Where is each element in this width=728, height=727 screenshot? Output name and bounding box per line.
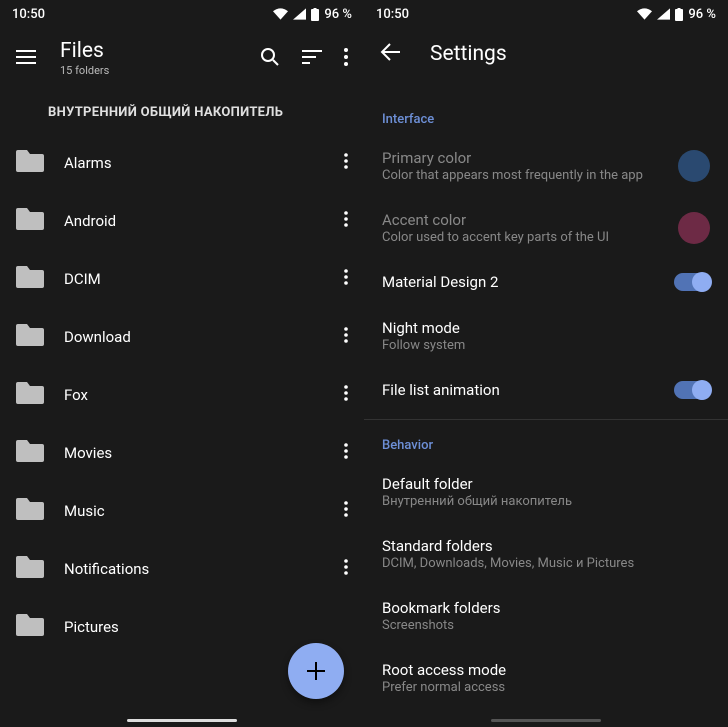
setting-title: Root access mode bbox=[382, 661, 710, 679]
setting-default-folder[interactable]: Default folder Внутренний общий накопите… bbox=[364, 461, 728, 523]
app-title: Files bbox=[60, 40, 236, 63]
folder-icon bbox=[16, 556, 44, 582]
folder-icon bbox=[16, 266, 44, 292]
nav-indicator bbox=[491, 719, 601, 722]
setting-subtitle: DCIM, Downloads, Movies, Music и Picture… bbox=[382, 556, 710, 571]
setting-file-list-animation[interactable]: File list animation bbox=[364, 367, 728, 413]
item-overflow-icon[interactable] bbox=[344, 385, 348, 405]
setting-root-access[interactable]: Root access mode Prefer normal access bbox=[364, 647, 728, 709]
setting-title: Primary color bbox=[382, 149, 662, 167]
app-bar-title-area: Files 15 folders bbox=[60, 40, 236, 77]
settings-app-bar: Settings bbox=[364, 28, 728, 80]
status-time: 10:50 bbox=[376, 7, 409, 22]
nav-indicator bbox=[127, 719, 237, 722]
primary-color-swatch bbox=[678, 150, 710, 182]
folder-item-dcim[interactable]: DCIM bbox=[0, 250, 364, 308]
overflow-menu-icon[interactable] bbox=[344, 48, 348, 70]
app-subtitle: 15 folders bbox=[60, 64, 236, 77]
divider bbox=[364, 419, 728, 420]
setting-subtitle: Prefer normal access bbox=[382, 680, 710, 695]
setting-subtitle: Screenshots bbox=[382, 618, 710, 633]
item-overflow-icon[interactable] bbox=[344, 559, 348, 579]
category-interface: Interface bbox=[364, 100, 728, 135]
material-design-switch[interactable] bbox=[674, 273, 710, 291]
folder-icon bbox=[16, 208, 44, 234]
setting-accent-color[interactable]: Accent color Color used to accent key pa… bbox=[364, 197, 728, 259]
back-icon[interactable] bbox=[380, 43, 402, 65]
settings-content: Interface Primary color Color that appea… bbox=[364, 80, 728, 709]
folder-icon bbox=[16, 614, 44, 640]
folder-item-notifications[interactable]: Notifications bbox=[0, 540, 364, 598]
folder-item-music[interactable]: Music bbox=[0, 482, 364, 540]
folder-list: Alarms Android DCIM Download Fox Movies bbox=[0, 134, 364, 656]
app-bar: Files 15 folders bbox=[0, 28, 364, 89]
folder-item-alarms[interactable]: Alarms bbox=[0, 134, 364, 192]
status-battery-percent: 96 % bbox=[324, 7, 352, 22]
category-behavior: Behavior bbox=[364, 426, 728, 461]
setting-subtitle: Color that appears most frequently in th… bbox=[382, 168, 662, 183]
add-fab[interactable] bbox=[288, 643, 344, 699]
setting-night-mode[interactable]: Night mode Follow system bbox=[364, 305, 728, 367]
sort-icon[interactable] bbox=[302, 49, 322, 68]
folder-name: Alarms bbox=[64, 154, 324, 172]
folder-icon bbox=[16, 440, 44, 466]
status-battery-percent: 96 % bbox=[688, 7, 716, 22]
setting-subtitle: Follow system bbox=[382, 338, 710, 353]
folder-name: DCIM bbox=[64, 270, 324, 288]
item-overflow-icon[interactable] bbox=[344, 269, 348, 289]
folder-name: Android bbox=[64, 212, 324, 230]
files-screen: 10:50 96 % Files 15 folders bbox=[0, 0, 364, 727]
storage-section-header: ВНУТРЕННИЙ ОБЩИЙ НАКОПИТЕЛЬ bbox=[0, 89, 364, 134]
signal-icon bbox=[293, 8, 306, 20]
folder-name: Download bbox=[64, 328, 324, 346]
item-overflow-icon[interactable] bbox=[344, 501, 348, 521]
item-overflow-icon[interactable] bbox=[344, 327, 348, 347]
item-overflow-icon[interactable] bbox=[344, 211, 348, 231]
menu-icon[interactable] bbox=[16, 49, 36, 68]
folder-name: Music bbox=[64, 502, 324, 520]
signal-icon bbox=[657, 8, 670, 20]
setting-title: Default folder bbox=[382, 475, 710, 493]
battery-icon bbox=[675, 8, 683, 21]
setting-title: File list animation bbox=[382, 381, 658, 399]
accent-color-swatch bbox=[678, 212, 710, 244]
search-icon[interactable] bbox=[260, 47, 280, 71]
setting-title: Night mode bbox=[382, 319, 710, 337]
folder-icon bbox=[16, 150, 44, 176]
setting-subtitle: Внутренний общий накопитель bbox=[382, 494, 710, 509]
setting-title: Accent color bbox=[382, 211, 662, 229]
settings-screen: 10:50 96 % Settings Interface Primary co… bbox=[364, 0, 728, 727]
setting-subtitle: Color used to accent key parts of the UI bbox=[382, 230, 662, 245]
setting-title: Standard folders bbox=[382, 537, 710, 555]
item-overflow-icon[interactable] bbox=[344, 153, 348, 173]
wifi-icon bbox=[637, 8, 652, 20]
animation-switch[interactable] bbox=[674, 381, 710, 399]
wifi-icon bbox=[273, 8, 288, 20]
folder-item-fox[interactable]: Fox bbox=[0, 366, 364, 424]
folder-item-android[interactable]: Android bbox=[0, 192, 364, 250]
folder-icon bbox=[16, 382, 44, 408]
folder-icon bbox=[16, 324, 44, 350]
folder-item-movies[interactable]: Movies bbox=[0, 424, 364, 482]
folder-name: Pictures bbox=[64, 618, 348, 636]
battery-icon bbox=[311, 8, 319, 21]
setting-material-design[interactable]: Material Design 2 bbox=[364, 259, 728, 305]
setting-bookmark-folders[interactable]: Bookmark folders Screenshots bbox=[364, 585, 728, 647]
setting-primary-color[interactable]: Primary color Color that appears most fr… bbox=[364, 135, 728, 197]
folder-name: Fox bbox=[64, 386, 324, 404]
folder-item-download[interactable]: Download bbox=[0, 308, 364, 366]
folder-icon bbox=[16, 498, 44, 524]
status-time: 10:50 bbox=[12, 7, 45, 22]
setting-title: Bookmark folders bbox=[382, 599, 710, 617]
item-overflow-icon[interactable] bbox=[344, 443, 348, 463]
folder-name: Movies bbox=[64, 444, 324, 462]
status-bar: 10:50 96 % bbox=[364, 0, 728, 28]
settings-title: Settings bbox=[430, 42, 507, 66]
status-bar: 10:50 96 % bbox=[0, 0, 364, 28]
setting-standard-folders[interactable]: Standard folders DCIM, Downloads, Movies… bbox=[364, 523, 728, 585]
setting-title: Material Design 2 bbox=[382, 273, 658, 291]
folder-name: Notifications bbox=[64, 560, 324, 578]
